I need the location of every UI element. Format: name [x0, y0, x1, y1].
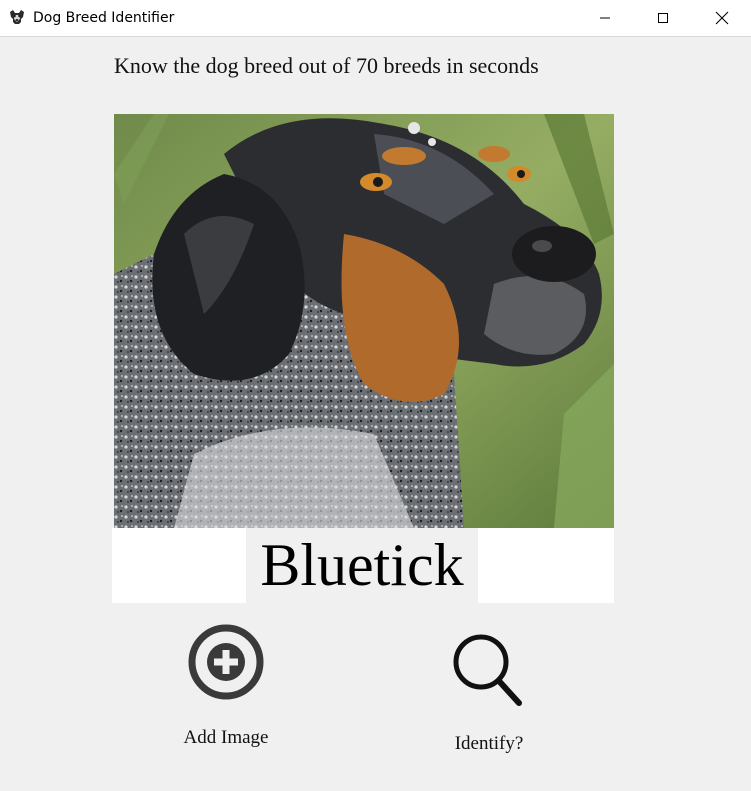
dog-face-icon — [8, 8, 26, 26]
maximize-icon — [658, 13, 668, 23]
app-window: Dog Breed Identifier Know the dog breed … — [0, 0, 751, 791]
window-title: Dog Breed Identifier — [33, 10, 175, 26]
minimize-icon — [600, 17, 610, 19]
title-bar[interactable]: Dog Breed Identifier — [0, 0, 751, 37]
dog-photo — [114, 114, 614, 528]
search-icon[interactable] — [451, 630, 527, 715]
identify-label[interactable]: Identify? — [455, 733, 524, 755]
minimize-button[interactable] — [580, 0, 630, 36]
add-image-button[interactable]: Add Image — [164, 622, 288, 749]
identify-button[interactable]: Identify? — [424, 630, 554, 755]
breed-result-label: Bluetick — [246, 528, 478, 603]
plus-circle-icon[interactable] — [186, 622, 266, 707]
close-button[interactable] — [697, 0, 747, 36]
subtitle-text: Know the dog breed out of 70 breeds in s… — [114, 53, 539, 78]
maximize-button[interactable] — [638, 0, 688, 36]
add-image-label[interactable]: Add Image — [184, 727, 269, 749]
close-icon — [715, 11, 729, 25]
